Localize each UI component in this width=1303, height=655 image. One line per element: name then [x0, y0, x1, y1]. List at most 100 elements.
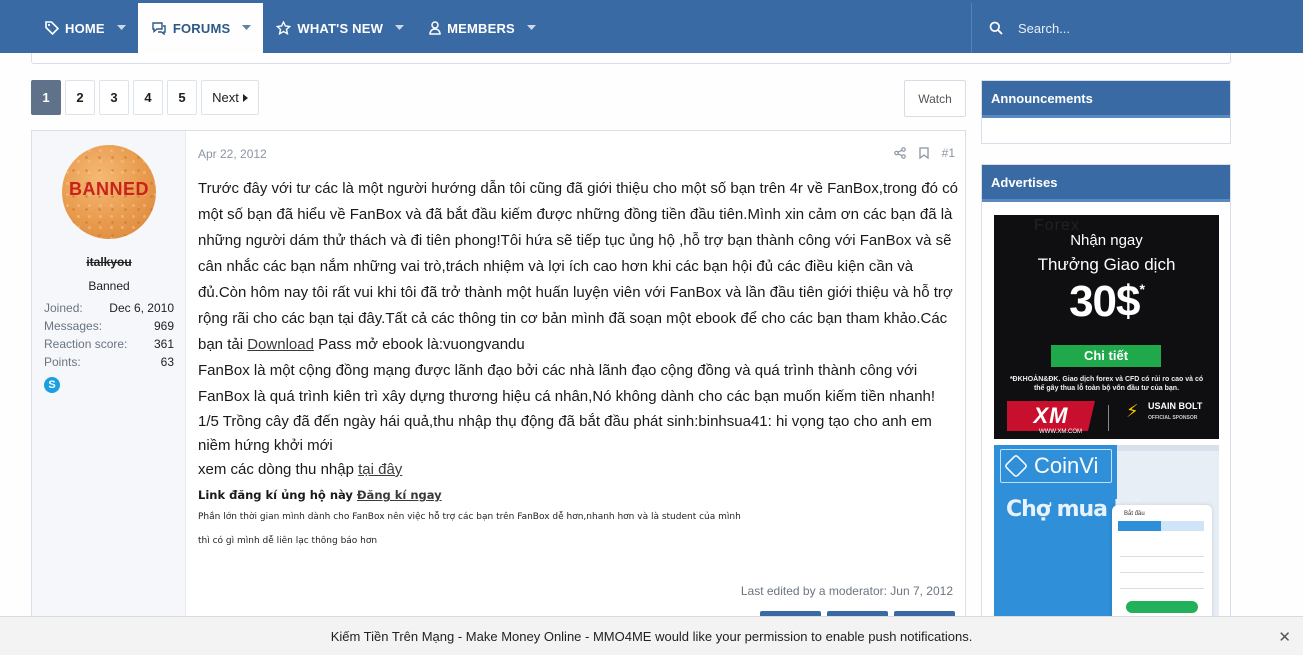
ad-amount: 30$*	[994, 277, 1219, 327]
avatar[interactable]: BANNED	[62, 145, 156, 239]
stat-value: 63	[160, 355, 174, 369]
register-link[interactable]: Đăng kí ngay	[357, 488, 442, 502]
chat-icon	[151, 21, 167, 35]
tab-home-label: HOME	[65, 20, 105, 36]
coinvi-card-row	[1120, 581, 1204, 589]
xm-logo: XM	[1007, 401, 1095, 431]
last-edited-note: Last edited by a moderator: Jun 7, 2012	[740, 584, 953, 598]
push-notification-bar: Kiếm Tiền Trên Mạng - Make Money Online …	[0, 616, 1303, 655]
chevron-right-icon	[242, 93, 248, 102]
post-paragraph-2: FanBox là một cộng đồng mạng được lãnh đ…	[198, 362, 936, 405]
tab-home[interactable]: HOME	[32, 3, 138, 53]
forum-post: BANNED italkyou Banned Joined: Dec 6, 201…	[31, 130, 966, 631]
post-user-info: BANNED italkyou Banned Joined: Dec 6, 201…	[32, 131, 186, 629]
post-paragraph-6: Phần lớn thời gian mình dành cho FanBox …	[198, 512, 741, 522]
coinvi-card-title: Bắt đầu	[1124, 511, 1145, 517]
partner-sub: OFFICIAL SPONSOR	[1148, 415, 1198, 421]
ad-details-button[interactable]: Chi tiết	[1051, 345, 1161, 367]
coinvi-card-button	[1126, 601, 1198, 613]
next-page-button[interactable]: Next	[201, 80, 259, 115]
page-2-button[interactable]: 2	[65, 80, 95, 115]
page-3-button[interactable]: 3	[99, 80, 129, 115]
stat-value: Dec 6, 2010	[109, 301, 174, 315]
post-text: xem các dòng thu nhập	[198, 461, 359, 478]
stat-value: 969	[153, 319, 174, 333]
user-stats: Joined: Dec 6, 2010 Messages: 969 Reaction…	[44, 299, 174, 371]
top-navigation: HOME FORUMS WHAT'S NEW MEMBERS Search...	[0, 0, 1303, 53]
coinvi-card-row	[1120, 565, 1204, 573]
coinvi-card-tabs	[1118, 521, 1204, 531]
advertises-title: Advertises	[982, 165, 1230, 202]
watch-button[interactable]: Watch	[904, 80, 966, 117]
income-link[interactable]: tại đây	[358, 461, 402, 478]
download-link[interactable]: Download	[247, 336, 314, 353]
skype-icon[interactable]: S	[44, 377, 60, 393]
ad-line-1: Nhận ngay	[1070, 232, 1143, 249]
post-paragraph-5: Link đăng kí ủng hộ này Đăng kí ngay	[198, 485, 958, 505]
tab-members[interactable]: MEMBERS	[416, 3, 548, 53]
chevron-down-icon[interactable]	[116, 25, 126, 31]
avatar-banned-text: BANNED	[68, 179, 149, 199]
stat-messages: Messages: 969	[44, 317, 174, 335]
stat-label: Points:	[44, 355, 81, 369]
announcements-block: Announcements	[981, 80, 1231, 144]
coinvi-ad-banner[interactable]: CoinVi Chợ mua bán Bắt đầu	[994, 445, 1219, 635]
coinvi-logo: CoinVi	[1000, 449, 1112, 483]
stat-label: Reaction score:	[44, 337, 128, 351]
partner-logo: USAIN BOLT OFFICIAL SPONSOR	[1148, 401, 1202, 423]
coinvi-mark-icon	[1003, 453, 1029, 479]
post-paragraph-4: xem các dòng thu nhập tại đây	[198, 458, 958, 482]
stat-label: Messages:	[44, 319, 103, 333]
tab-forums[interactable]: FORUMS	[137, 3, 264, 53]
chevron-down-icon[interactable]	[242, 25, 252, 31]
username[interactable]: italkyou	[32, 255, 186, 269]
xm-ad-banner[interactable]: Forex Nhận ngay Thưởng Giao dịch 30$* Ch…	[994, 215, 1219, 439]
coinvi-card-row	[1120, 549, 1204, 557]
notification-text: Kiếm Tiền Trên Mạng - Make Money Online …	[330, 629, 973, 644]
tab-forums-label: FORUMS	[172, 20, 231, 36]
post-message: Apr 22, 2012 #1 Trước đây với tư các là …	[198, 131, 958, 631]
page-4-button[interactable]: 4	[133, 80, 163, 115]
runner-icon: ⚡	[1126, 401, 1139, 421]
post-number[interactable]: #1	[942, 146, 955, 160]
logo-divider	[1108, 405, 1109, 431]
tag-icon	[45, 21, 59, 35]
tab-whats-new[interactable]: WHAT'S NEW	[263, 3, 416, 53]
chevron-down-icon[interactable]	[526, 25, 536, 31]
ad-amount-value: 30$	[1069, 277, 1140, 326]
tab-members-label: MEMBERS	[447, 20, 515, 36]
post-text: Pass mở ebook là:vuongvandu	[313, 336, 525, 353]
stat-points: Points: 63	[44, 353, 174, 371]
page-5-button[interactable]: 5	[167, 80, 197, 115]
post-text: Link đăng kí ủng hộ này	[198, 488, 357, 502]
post-date[interactable]: Apr 22, 2012	[198, 147, 267, 161]
coinvi-card: Bắt đầu	[1112, 505, 1212, 631]
next-page-label: Next	[212, 90, 239, 105]
post-paragraph-1: Trước đây với tư các là một người hướng …	[198, 176, 958, 358]
close-icon[interactable]: ✕	[1278, 628, 1291, 646]
stat-reaction-score: Reaction score: 361	[44, 335, 174, 353]
post-text: Trước đây với tư các là một người hướng …	[198, 180, 958, 353]
stat-joined: Joined: Dec 6, 2010	[44, 299, 174, 317]
partner-name: USAIN BOLT	[1148, 401, 1203, 411]
post-tools: #1	[893, 146, 955, 160]
ad-asterisk: *	[1139, 281, 1145, 297]
post-body: Trước đây với tư các là một người hướng …	[198, 176, 958, 553]
announcements-title: Announcements	[982, 81, 1230, 118]
xm-url: WWW.XM.COM	[1039, 429, 1082, 435]
search-input[interactable]: Search...	[971, 3, 1303, 53]
bookmark-icon[interactable]	[918, 147, 929, 159]
advertises-block: Advertises Forex Nhận ngay Thưởng Giao d…	[981, 164, 1231, 635]
coinvi-brand-text: CoinVi	[1034, 453, 1099, 478]
header-bottom-strip	[31, 53, 1231, 64]
stat-value: 361	[153, 337, 174, 351]
ad-line-2: Thưởng Giao dịch	[1037, 255, 1176, 274]
page-1-button[interactable]: 1	[31, 80, 61, 115]
share-icon[interactable]	[893, 147, 906, 159]
ad-fine-print: *ĐKHOẢN&ĐK. Giao dịch forex và CFD có rủ…	[1009, 376, 1204, 392]
chevron-down-icon[interactable]	[395, 25, 405, 31]
tab-whats-new-label: WHAT'S NEW	[297, 20, 384, 36]
star-icon	[276, 21, 292, 35]
search-icon	[989, 21, 1003, 35]
nav-tabs: HOME FORUMS WHAT'S NEW MEMBERS	[32, 3, 548, 53]
